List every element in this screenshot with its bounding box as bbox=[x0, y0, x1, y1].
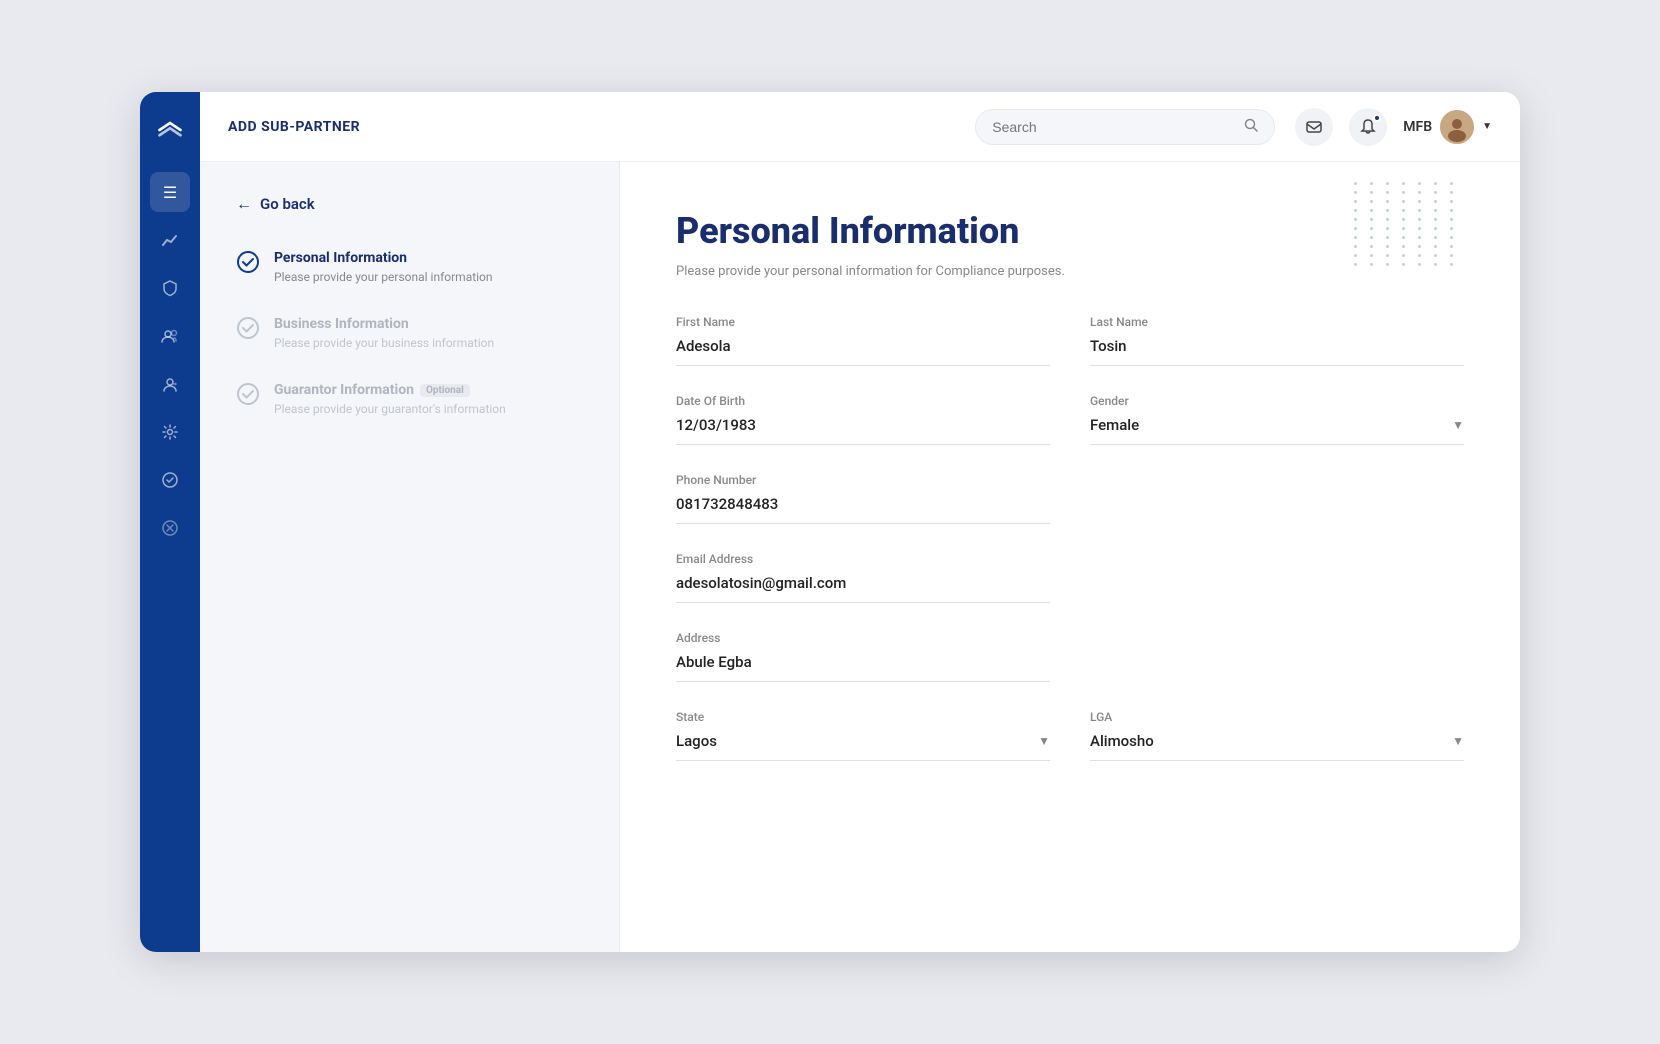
step-personal-icon bbox=[236, 250, 260, 284]
address-row: Address Abule Egba bbox=[676, 631, 1464, 682]
step-business-subtitle: Please provide your business information bbox=[274, 336, 494, 350]
sidebar-icon-settings[interactable] bbox=[150, 412, 190, 452]
state-label: State bbox=[676, 710, 1050, 724]
lga-group: LGA Alimosho ▼ bbox=[1090, 710, 1464, 761]
state-group: State Lagos ▼ bbox=[676, 710, 1050, 761]
dob-group: Date Of Birth 12/03/1983 bbox=[676, 394, 1050, 445]
gender-group: Gender Female ▼ bbox=[1090, 394, 1464, 445]
last-name-label: Last Name bbox=[1090, 315, 1464, 329]
step-guarantor-title: Guarantor InformationOptional bbox=[274, 382, 506, 398]
right-panel: const dots = document.querySelector('.do… bbox=[620, 162, 1520, 952]
address-value[interactable]: Abule Egba bbox=[676, 653, 1050, 682]
search-icon bbox=[1244, 118, 1258, 136]
last-name-value[interactable]: Tosin bbox=[1090, 337, 1464, 366]
step-guarantor-subtitle: Please provide your guarantor's informat… bbox=[274, 402, 506, 416]
mail-icon-btn[interactable] bbox=[1295, 108, 1333, 146]
dot-pattern: const dots = document.querySelector('.do… bbox=[1354, 182, 1460, 266]
address-group: Address Abule Egba bbox=[676, 631, 1050, 682]
email-row: Email Address adesolatosin@gmail.com bbox=[676, 552, 1464, 603]
form-subtitle: Please provide your personal information… bbox=[676, 264, 1464, 279]
form-title: Personal Information bbox=[676, 210, 1464, 252]
search-input[interactable] bbox=[992, 119, 1236, 135]
topnav: ADD SUB-PARTNER bbox=[200, 92, 1520, 162]
email-value[interactable]: adesolatosin@gmail.com bbox=[676, 574, 1050, 603]
user-chevron-icon: ▼ bbox=[1482, 121, 1492, 132]
address-label: Address bbox=[676, 631, 1050, 645]
first-name-group: First Name Adesola bbox=[676, 315, 1050, 366]
go-back-button[interactable]: ← Go back bbox=[236, 194, 583, 214]
phone-row: Phone Number 081732848483 bbox=[676, 473, 1464, 524]
email-label: Email Address bbox=[676, 552, 1050, 566]
user-profile[interactable]: MFB ▼ bbox=[1403, 110, 1492, 144]
address-spacer bbox=[1090, 631, 1464, 682]
left-panel: ← Go back Personal Information Please pr… bbox=[200, 162, 620, 952]
step-business[interactable]: Business Information Please provide your… bbox=[236, 316, 583, 350]
phone-value[interactable]: 081732848483 bbox=[676, 495, 1050, 524]
first-name-label: First Name bbox=[676, 315, 1050, 329]
page-content: ← Go back Personal Information Please pr… bbox=[200, 162, 1520, 952]
step-business-text: Business Information Please provide your… bbox=[274, 316, 494, 350]
gender-chevron-icon: ▼ bbox=[1452, 418, 1464, 432]
sidebar-icon-check[interactable] bbox=[150, 460, 190, 500]
search-bar[interactable] bbox=[975, 109, 1275, 145]
step-personal-subtitle: Please provide your personal information bbox=[274, 270, 493, 284]
step-guarantor-text: Guarantor InformationOptional Please pro… bbox=[274, 382, 506, 416]
state-lga-row: State Lagos ▼ LGA Alimosho ▼ bbox=[676, 710, 1464, 761]
email-group: Email Address adesolatosin@gmail.com bbox=[676, 552, 1050, 603]
sidebar-icon-menu[interactable]: ☰ bbox=[150, 172, 190, 212]
step-business-icon bbox=[236, 316, 260, 350]
notification-badge bbox=[1373, 114, 1381, 122]
phone-spacer bbox=[1090, 473, 1464, 524]
sidebar: ☰ bbox=[140, 92, 200, 952]
phone-group: Phone Number 081732848483 bbox=[676, 473, 1050, 524]
step-guarantor[interactable]: Guarantor InformationOptional Please pro… bbox=[236, 382, 583, 416]
phone-label: Phone Number bbox=[676, 473, 1050, 487]
topnav-actions: MFB ▼ bbox=[1295, 108, 1492, 146]
dob-value[interactable]: 12/03/1983 bbox=[676, 416, 1050, 445]
page-title: ADD SUB-PARTNER bbox=[228, 119, 955, 135]
email-spacer bbox=[1090, 552, 1464, 603]
sidebar-logo bbox=[152, 112, 188, 148]
gender-value: Female bbox=[1090, 416, 1139, 434]
step-guarantor-icon bbox=[236, 382, 260, 416]
lga-select[interactable]: Alimosho ▼ bbox=[1090, 732, 1464, 761]
lga-label: LGA bbox=[1090, 710, 1464, 724]
name-row: First Name Adesola Last Name Tosin bbox=[676, 315, 1464, 366]
app-window: ☰ bbox=[140, 92, 1520, 952]
gender-label: Gender bbox=[1090, 394, 1464, 408]
optional-badge: Optional bbox=[420, 384, 470, 397]
lga-value: Alimosho bbox=[1090, 732, 1154, 750]
last-name-group: Last Name Tosin bbox=[1090, 315, 1464, 366]
state-value: Lagos bbox=[676, 732, 717, 750]
main-area: ADD SUB-PARTNER bbox=[200, 92, 1520, 952]
user-avatar bbox=[1440, 110, 1474, 144]
sidebar-icon-x[interactable] bbox=[150, 508, 190, 548]
state-chevron-icon: ▼ bbox=[1038, 734, 1050, 748]
dob-gender-row: Date Of Birth 12/03/1983 Gender Female ▼ bbox=[676, 394, 1464, 445]
first-name-value[interactable]: Adesola bbox=[676, 337, 1050, 366]
lga-chevron-icon: ▼ bbox=[1452, 734, 1464, 748]
step-personal[interactable]: Personal Information Please provide your… bbox=[236, 250, 583, 284]
sidebar-icon-person[interactable] bbox=[150, 364, 190, 404]
gender-select[interactable]: Female ▼ bbox=[1090, 416, 1464, 445]
bell-icon-btn[interactable] bbox=[1349, 108, 1387, 146]
back-arrow-icon: ← bbox=[236, 194, 252, 214]
sidebar-icon-analytics[interactable] bbox=[150, 220, 190, 260]
state-select[interactable]: Lagos ▼ bbox=[676, 732, 1050, 761]
step-personal-text: Personal Information Please provide your… bbox=[274, 250, 493, 284]
go-back-label: Go back bbox=[260, 195, 315, 213]
step-personal-title: Personal Information bbox=[274, 250, 493, 266]
step-business-title: Business Information bbox=[274, 316, 494, 332]
sidebar-icon-shield[interactable] bbox=[150, 268, 190, 308]
sidebar-icon-users[interactable] bbox=[150, 316, 190, 356]
user-label: MFB bbox=[1403, 119, 1432, 135]
dob-label: Date Of Birth bbox=[676, 394, 1050, 408]
